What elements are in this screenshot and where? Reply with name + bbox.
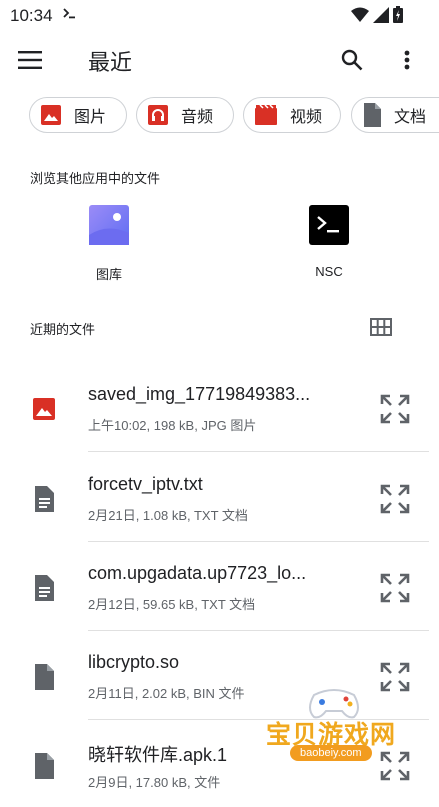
- file-name: com.upgadata.up7723_lo...: [88, 563, 307, 583]
- file-meta: 2月12日, 59.65 kB, TXT 文档: [88, 597, 256, 612]
- hamburger-icon: [18, 51, 42, 69]
- gallery-icon: [89, 205, 129, 245]
- terminal-notification-icon: [62, 6, 76, 25]
- chip-video[interactable]: 视频: [243, 97, 341, 133]
- app-label: 图库: [95, 267, 122, 282]
- chip-label: 文档: [394, 109, 427, 126]
- signal-icon: [373, 6, 389, 28]
- text-file-icon: [30, 485, 58, 513]
- chip-label: 视频: [290, 109, 323, 126]
- preview-button[interactable]: [378, 392, 412, 426]
- list-item[interactable]: forcetv_iptv.txt 2月21日, 1.08 kB, TXT 文档: [0, 452, 439, 540]
- grid-view-button[interactable]: [366, 312, 396, 342]
- wifi-icon: [351, 7, 369, 28]
- watermark: 宝贝游戏网 baobeiy.com: [262, 683, 412, 780]
- recent-files-heading: 近期的文件: [30, 322, 96, 337]
- chip-label: 音频: [181, 109, 214, 126]
- file-meta: 上午10:02, 198 kB, JPG 图片: [88, 418, 257, 433]
- chip-images[interactable]: 图片: [29, 97, 127, 133]
- preview-button[interactable]: [378, 571, 412, 605]
- text-file-icon: [30, 574, 58, 602]
- chip-documents[interactable]: 文档: [351, 97, 439, 133]
- page-title: 最近: [88, 50, 133, 75]
- chip-audio[interactable]: 音频: [136, 97, 234, 133]
- fullscreen-icon: [380, 573, 410, 603]
- fullscreen-icon: [380, 484, 410, 514]
- fullscreen-icon: [380, 394, 410, 424]
- app-nsc[interactable]: NSC: [279, 205, 379, 279]
- file-name: forcetv_iptv.txt: [88, 474, 203, 494]
- watermark-url: baobeiy.com: [290, 745, 372, 761]
- file-name: libcrypto.so: [88, 652, 180, 672]
- generic-file-icon: [30, 663, 58, 691]
- other-apps: 图库 NSC: [0, 205, 439, 290]
- search-icon: [341, 49, 363, 71]
- other-apps-heading: 浏览其他应用中的文件: [30, 171, 161, 186]
- app-label: NSC: [315, 264, 343, 279]
- headphones-icon: [148, 105, 168, 125]
- status-bar: 10:34: [0, 0, 439, 32]
- more-options-button[interactable]: [390, 42, 424, 78]
- app-bar: 最近: [0, 32, 439, 88]
- file-name: 晓轩软件库.apk.1: [88, 745, 228, 765]
- generic-file-icon: [30, 752, 58, 780]
- preview-button[interactable]: [378, 482, 412, 516]
- file-meta: 2月11日, 2.02 kB, BIN 文件: [88, 686, 245, 701]
- image-icon: [41, 105, 61, 125]
- grid-view-icon: [370, 318, 392, 336]
- file-name: saved_img_17719849383...: [88, 384, 311, 404]
- menu-button[interactable]: [10, 42, 50, 78]
- app-gallery[interactable]: 图库: [59, 205, 159, 283]
- battery-icon: [393, 6, 403, 28]
- status-time: 10:34: [10, 6, 53, 25]
- image-file-icon: [30, 395, 58, 423]
- terminal-icon: [309, 205, 349, 245]
- document-icon: [364, 103, 381, 127]
- video-icon: [255, 104, 277, 125]
- chip-label: 图片: [74, 109, 107, 126]
- filter-chips: 图片 音频 视频 文档: [0, 97, 439, 137]
- file-meta: 2月21日, 1.08 kB, TXT 文档: [88, 508, 248, 523]
- list-item[interactable]: com.upgadata.up7723_lo... 2月12日, 59.65 k…: [0, 541, 439, 629]
- search-button[interactable]: [334, 42, 370, 78]
- file-meta: 2月9日, 17.80 kB, 文件: [88, 775, 221, 790]
- list-item[interactable]: saved_img_17719849383... 上午10:02, 198 kB…: [0, 362, 439, 450]
- more-vert-icon: [404, 50, 410, 70]
